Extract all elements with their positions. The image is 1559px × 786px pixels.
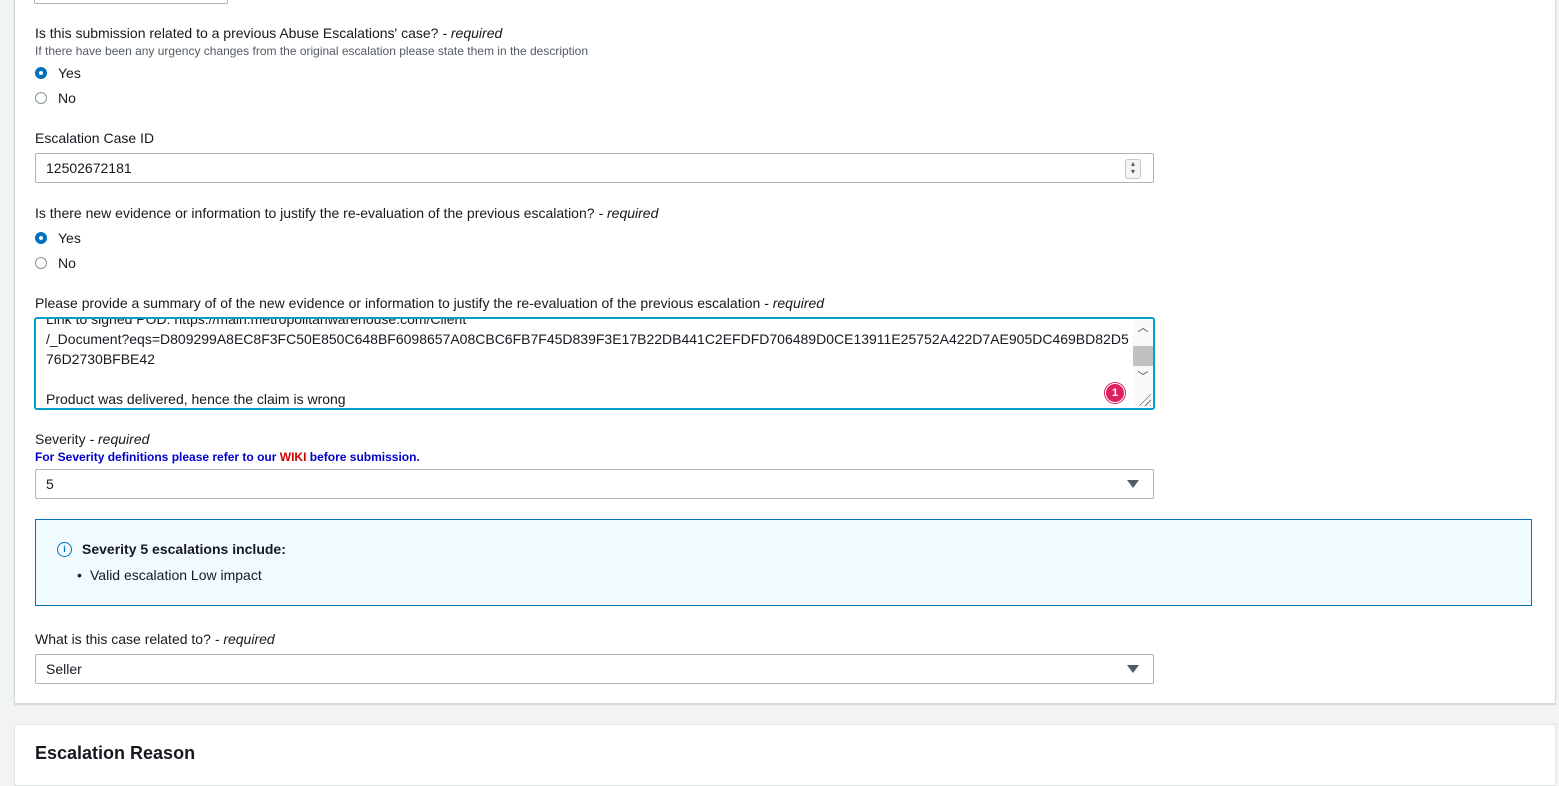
textarea-line: Link to signed POD: https://main.metropo… — [46, 318, 467, 327]
notification-badge[interactable]: 1 — [1105, 383, 1125, 403]
escalation-case-id-value: 12502672181 — [46, 160, 132, 176]
escalation-case-id-input[interactable]: 12502672181 ▴ ▾ — [35, 153, 1154, 183]
severity-info-title: Severity 5 escalations include: — [82, 541, 286, 557]
summary-label: Please provide a summary of of the new e… — [35, 295, 825, 311]
severity-note: For Severity definitions please refer to… — [35, 450, 420, 464]
radio-label: Yes — [58, 230, 81, 246]
new-evidence-question: Is there new evidence or information to … — [35, 205, 659, 221]
radio-unchecked-icon[interactable] — [35, 92, 47, 104]
radio-label: No — [58, 90, 76, 106]
radio-label: No — [58, 255, 76, 271]
radio-unchecked-icon[interactable] — [35, 257, 47, 269]
new-evidence-no-option[interactable]: No — [35, 253, 76, 273]
textarea-line: /_Document?eqs=D809299A8EC8F3FC50E850C64… — [46, 331, 1129, 347]
number-stepper-icon[interactable]: ▴ ▾ — [1125, 159, 1141, 179]
info-icon: i — [57, 542, 72, 557]
scroll-thumb[interactable] — [1133, 346, 1153, 366]
caret-down-icon — [1127, 480, 1139, 488]
summary-textarea[interactable]: Link to signed POD: https://main.metropo… — [35, 318, 1154, 409]
related-to-label: What is this case related to? - required — [35, 631, 275, 647]
scroll-up-icon[interactable]: ︿ — [1137, 322, 1149, 334]
textarea-line: 76D2730BFBE42 — [46, 351, 155, 367]
severity-value: 5 — [46, 476, 54, 492]
severity-info-item: Valid escalation Low impact — [77, 567, 262, 583]
previous-case-question: Is this submission related to a previous… — [35, 25, 503, 41]
severity-info-box: i Severity 5 escalations include: Valid … — [35, 519, 1532, 606]
radio-checked-icon[interactable] — [35, 232, 47, 244]
section-title: Escalation Reason — [35, 743, 196, 763]
related-to-select[interactable]: Seller — [35, 654, 1154, 684]
new-evidence-yes-option[interactable]: Yes — [35, 228, 81, 248]
previous-field-stub[interactable] — [34, 0, 228, 4]
wiki-link[interactable]: WIKI — [280, 450, 307, 464]
previous-case-hint: If there have been any urgency changes f… — [35, 44, 589, 58]
radio-checked-icon[interactable] — [35, 67, 47, 79]
textarea-line: Product was delivered, hence the claim i… — [46, 391, 346, 407]
previous-case-yes-option[interactable]: Yes — [35, 63, 81, 83]
severity-label: Severity - required — [35, 431, 150, 447]
severity-select[interactable]: 5 — [35, 469, 1154, 499]
scroll-down-icon[interactable]: ﹀ — [1137, 371, 1149, 383]
escalation-reason-card: Escalation Reason — [14, 724, 1556, 786]
related-to-value: Seller — [46, 661, 82, 677]
radio-label: Yes — [58, 65, 81, 81]
previous-case-no-option[interactable]: No — [35, 88, 76, 108]
caret-down-icon — [1127, 665, 1139, 673]
escalation-case-id-label: Escalation Case ID — [35, 130, 155, 146]
